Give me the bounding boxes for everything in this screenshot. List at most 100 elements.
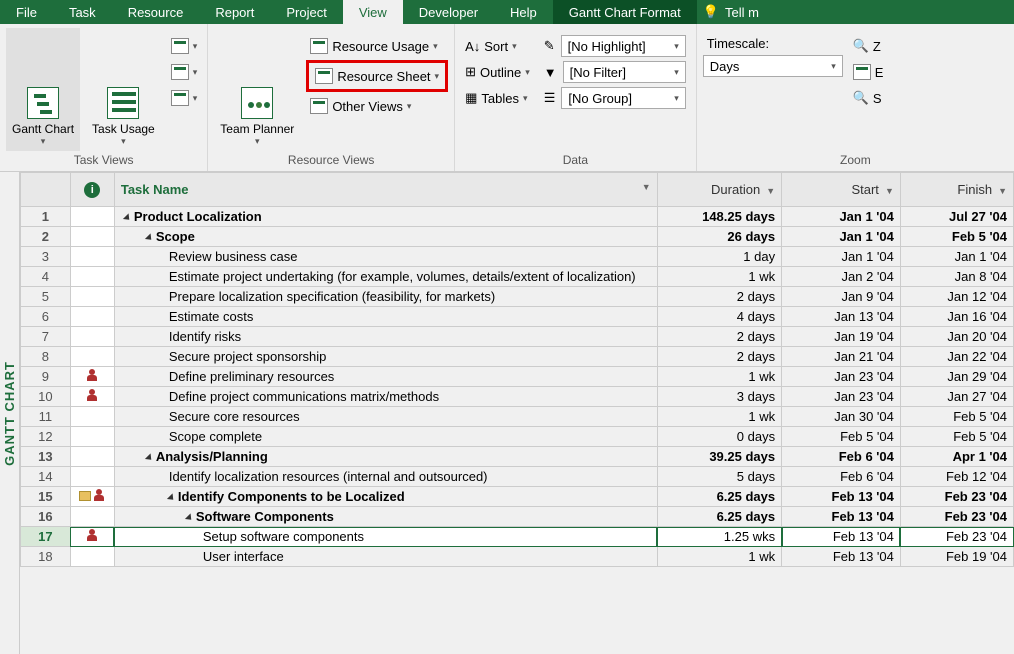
finish-cell[interactable]: Jan 22 '04 <box>900 347 1013 367</box>
table-row[interactable]: 17Setup software components1.25 wksFeb 1… <box>21 527 1014 547</box>
task-name-cell[interactable]: Secure core resources <box>114 407 657 427</box>
finish-cell[interactable]: Jan 27 '04 <box>900 387 1013 407</box>
table-row[interactable]: 5Prepare localization specification (fea… <box>21 287 1014 307</box>
other-task-views-button[interactable]: ▾ <box>167 86 202 110</box>
header-finish[interactable]: Finish▼ <box>900 173 1013 207</box>
dur-cell[interactable]: 0 days <box>657 427 781 447</box>
row-number[interactable]: 13 <box>21 447 71 467</box>
finish-cell[interactable]: Apr 1 '04 <box>900 447 1013 467</box>
start-cell[interactable]: Feb 6 '04 <box>782 467 901 487</box>
other-views-button[interactable]: Other Views ▾ <box>306 94 448 118</box>
outline-button[interactable]: ⊞Outline▾ <box>461 60 534 84</box>
dur-cell[interactable]: 2 days <box>657 287 781 307</box>
start-cell[interactable]: Jan 19 '04 <box>782 327 901 347</box>
row-number[interactable]: 3 <box>21 247 71 267</box>
network-diagram-button[interactable]: ▾ <box>167 34 202 58</box>
tab-resource[interactable]: Resource <box>112 0 200 24</box>
row-number[interactable]: 9 <box>21 367 71 387</box>
table-row[interactable]: 13Analysis/Planning39.25 daysFeb 6 '04Ap… <box>21 447 1014 467</box>
table-row[interactable]: 4 Estimate project undertaking (for examp… <box>21 267 1014 287</box>
tab-developer[interactable]: Developer <box>403 0 494 24</box>
dur-cell[interactable]: 2 days <box>657 347 781 367</box>
dur-cell[interactable]: 1 wk <box>657 367 781 387</box>
chevron-down-icon[interactable]: ▼ <box>885 186 894 196</box>
table-row[interactable]: 18User interface1 wkFeb 13 '04Feb 19 '04 <box>21 547 1014 567</box>
collapse-icon[interactable] <box>167 493 176 502</box>
table-row[interactable]: 6Estimate costs4 daysJan 13 '04Jan 16 '0… <box>21 307 1014 327</box>
dur-cell[interactable]: 4 days <box>657 307 781 327</box>
table-row[interactable]: 15Identify Components to be Localized6.2… <box>21 487 1014 507</box>
row-number[interactable]: 10 <box>21 387 71 407</box>
entire-project-button[interactable]: E <box>849 60 888 84</box>
dur-cell[interactable]: 1 day <box>657 247 781 267</box>
dur-cell[interactable]: 2 days <box>657 327 781 347</box>
row-number[interactable]: 18 <box>21 547 71 567</box>
collapse-icon[interactable] <box>145 453 154 462</box>
finish-cell[interactable]: Feb 5 '04 <box>900 227 1013 247</box>
finish-cell[interactable]: Feb 23 '04 <box>900 487 1013 507</box>
team-planner-button[interactable]: Team Planner ▾ <box>214 28 300 151</box>
tab-project[interactable]: Project <box>270 0 342 24</box>
start-cell[interactable]: Jan 21 '04 <box>782 347 901 367</box>
task-name-cell[interactable]: Scope <box>114 227 657 247</box>
resource-sheet-button[interactable]: Resource Sheet ▾ <box>311 64 443 88</box>
row-number[interactable]: 1 <box>21 207 71 227</box>
start-cell[interactable]: Feb 6 '04 <box>782 447 901 467</box>
timescale-field[interactable]: Days▾ <box>703 55 843 77</box>
task-name-cell[interactable]: Define project communications matrix/met… <box>114 387 657 407</box>
finish-cell[interactable]: Jul 27 '04 <box>900 207 1013 227</box>
row-number[interactable]: 4 <box>21 267 71 287</box>
start-cell[interactable]: Jan 9 '04 <box>782 287 901 307</box>
task-name-cell[interactable]: Identify risks <box>114 327 657 347</box>
task-name-cell[interactable]: Product Localization <box>114 207 657 227</box>
row-number[interactable]: 8 <box>21 347 71 367</box>
table-row[interactable]: 16Software Components6.25 daysFeb 13 '04… <box>21 507 1014 527</box>
task-usage-button[interactable]: Task Usage ▾ <box>86 28 161 151</box>
finish-cell[interactable]: Jan 29 '04 <box>900 367 1013 387</box>
table-row[interactable]: 7Identify risks2 daysJan 19 '04Jan 20 '0… <box>21 327 1014 347</box>
table-row[interactable]: 14Identify localization resources (inter… <box>21 467 1014 487</box>
task-name-cell[interactable]: Estimate project undertaking (for exampl… <box>114 267 657 287</box>
task-name-cell[interactable]: Setup software components <box>114 527 657 547</box>
group-field[interactable]: [No Group]▾ <box>561 87 685 109</box>
task-name-cell[interactable]: Identify Components to be Localized <box>114 487 657 507</box>
row-number[interactable]: 11 <box>21 407 71 427</box>
collapse-icon[interactable] <box>123 213 132 222</box>
dur-cell[interactable]: 1 wk <box>657 267 781 287</box>
table-row[interactable]: 8Secure project sponsorship2 daysJan 21 … <box>21 347 1014 367</box>
task-name-cell[interactable]: Prepare localization specification (feas… <box>114 287 657 307</box>
finish-cell[interactable]: Jan 12 '04 <box>900 287 1013 307</box>
dur-cell[interactable]: 3 days <box>657 387 781 407</box>
chevron-down-icon[interactable]: ▼ <box>642 182 651 192</box>
dur-cell[interactable]: 148.25 days <box>657 207 781 227</box>
finish-cell[interactable]: Jan 16 '04 <box>900 307 1013 327</box>
sort-button[interactable]: A↓Sort▾ <box>461 34 534 58</box>
resource-usage-button[interactable]: Resource Usage ▾ <box>306 34 448 58</box>
task-name-cell[interactable]: Review business case <box>114 247 657 267</box>
tab-file[interactable]: File <box>0 0 53 24</box>
start-cell[interactable]: Jan 1 '04 <box>782 227 901 247</box>
start-cell[interactable]: Jan 1 '04 <box>782 247 901 267</box>
task-name-cell[interactable]: Estimate costs <box>114 307 657 327</box>
table-row[interactable]: 10 Define project communications matrix/m… <box>21 387 1014 407</box>
task-grid[interactable]: i Task Name▼ Duration▼ Start▼ Finish▼ 1P… <box>20 172 1014 567</box>
finish-cell[interactable]: Jan 8 '04 <box>900 267 1013 287</box>
dur-cell[interactable]: 1 wk <box>657 547 781 567</box>
start-cell[interactable]: Feb 5 '04 <box>782 427 901 447</box>
task-name-cell[interactable]: Software Components <box>114 507 657 527</box>
chevron-down-icon[interactable]: ▼ <box>766 186 775 196</box>
finish-cell[interactable]: Feb 5 '04 <box>900 427 1013 447</box>
dur-cell[interactable]: 1.25 wks <box>657 527 781 547</box>
dur-cell[interactable]: 1 wk <box>657 407 781 427</box>
table-row[interactable]: 12Scope complete0 daysFeb 5 '04Feb 5 '04 <box>21 427 1014 447</box>
header-task-name[interactable]: Task Name▼ <box>114 173 657 207</box>
header-start[interactable]: Start▼ <box>782 173 901 207</box>
tell-me[interactable]: 💡Tell m <box>697 0 765 24</box>
zoom-button[interactable]: 🔍Z <box>849 34 888 58</box>
tables-button[interactable]: ▦Tables▾ <box>461 86 534 110</box>
row-number[interactable]: 12 <box>21 427 71 447</box>
finish-cell[interactable]: Feb 12 '04 <box>900 467 1013 487</box>
row-number[interactable]: 16 <box>21 507 71 527</box>
selected-tasks-button[interactable]: 🔍S <box>849 86 888 110</box>
finish-cell[interactable]: Jan 20 '04 <box>900 327 1013 347</box>
